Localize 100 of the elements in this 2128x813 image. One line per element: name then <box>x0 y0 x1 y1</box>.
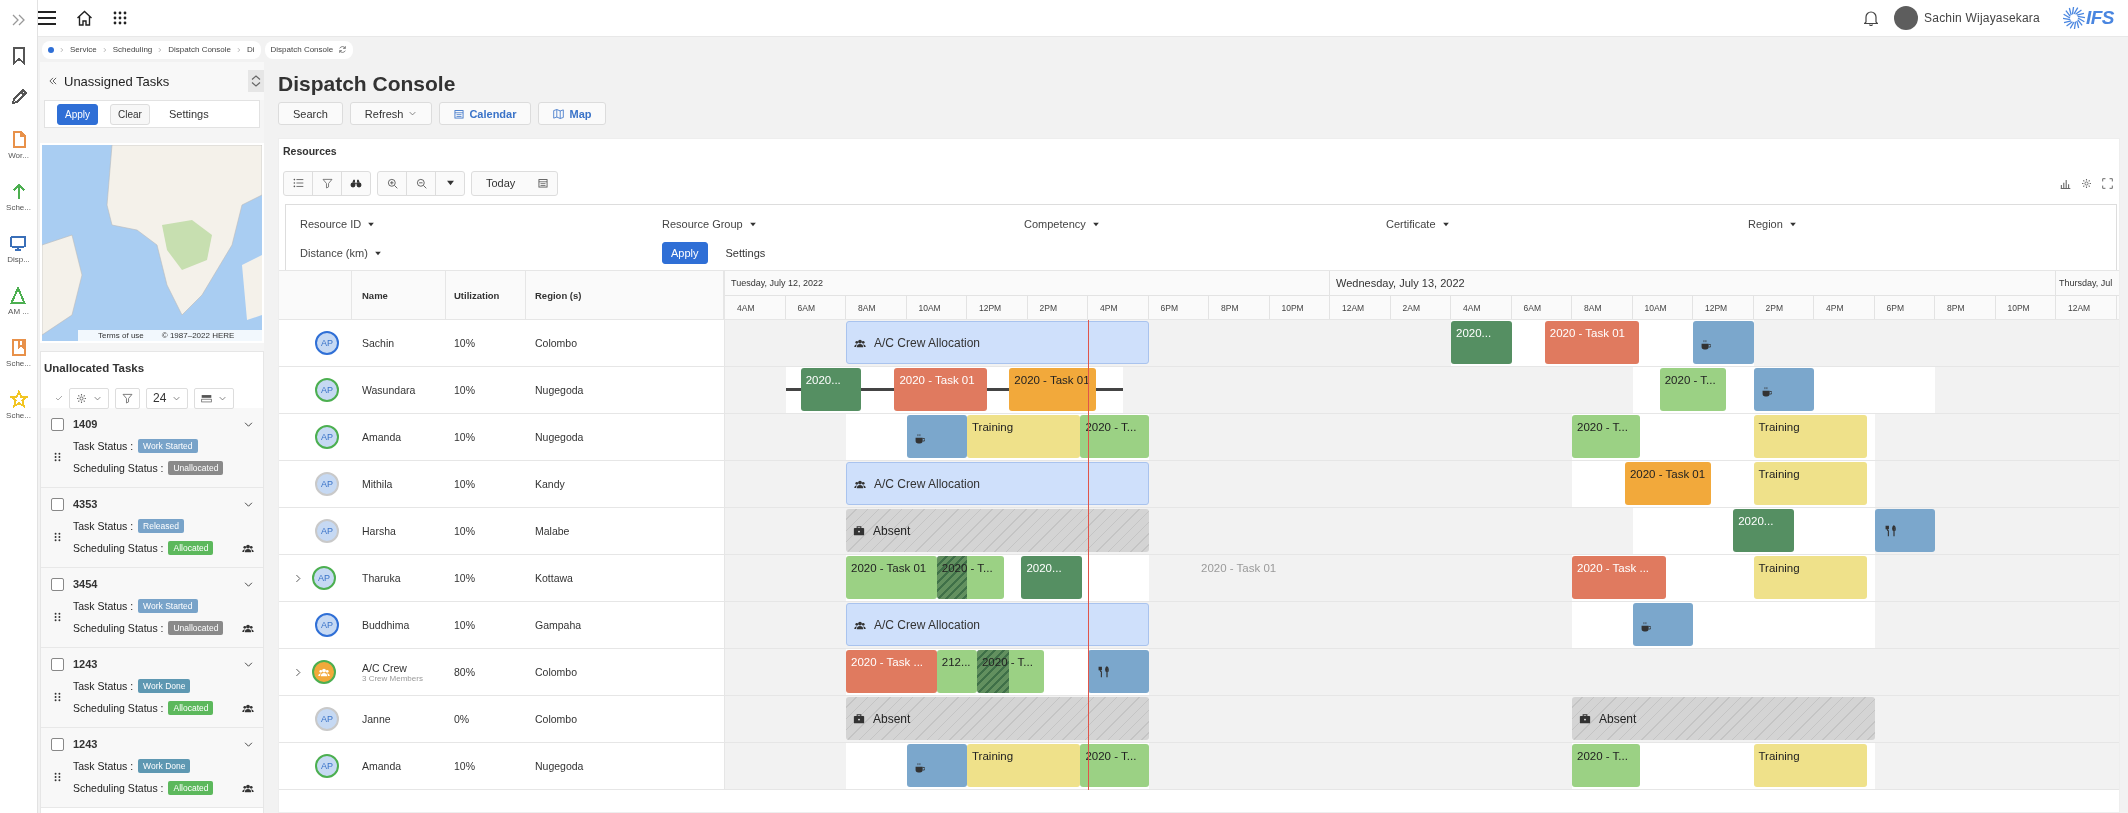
task-bar[interactable]: 2020 - T... <box>936 556 1005 599</box>
settings-button[interactable]: Settings <box>161 103 216 125</box>
task-card[interactable]: 1409 Task Status : Work Started Scheduling Status : Unallocated <box>41 408 263 488</box>
search-button[interactable]: Search <box>278 102 343 125</box>
breadcrumb-link[interactable]: Dispatch Console <box>168 45 231 54</box>
task-bar[interactable]: 2020... <box>1733 509 1794 552</box>
task-bar[interactable]: 2020... <box>1451 321 1512 364</box>
filter-dropdown[interactable]: Certificate <box>1386 218 1436 230</box>
filter-dropdown[interactable]: Resource ID <box>300 218 362 230</box>
column-header[interactable]: Region (s) <box>535 289 582 301</box>
layout-dropdown[interactable] <box>194 387 235 409</box>
list-icon[interactable] <box>292 178 304 188</box>
absence-bar[interactable]: Absent <box>846 697 1149 740</box>
filter-dropdown[interactable]: Distance (km) <box>300 247 368 259</box>
crew-allocation-bar[interactable]: A/C Crew Allocation <box>846 321 1149 364</box>
training-bar[interactable]: Training <box>1753 744 1867 787</box>
zoom-out-icon[interactable] <box>415 177 427 189</box>
drag-handle-icon[interactable] <box>52 450 62 464</box>
menu-icon[interactable] <box>38 11 56 25</box>
task-bar[interactable]: 2020 - T... <box>1659 368 1727 411</box>
apps-grid-icon[interactable] <box>113 11 127 25</box>
training-bar[interactable]: Training <box>1753 415 1867 458</box>
checkbox[interactable] <box>50 577 64 591</box>
collapse-panel-icon[interactable] <box>48 76 58 86</box>
task-bar[interactable]: 2020 - T... <box>1572 744 1641 787</box>
caret-down-icon[interactable] <box>445 180 455 186</box>
break-bar[interactable] <box>1753 368 1814 411</box>
checkbox[interactable] <box>50 497 64 511</box>
sidebar-label[interactable]: Wor... <box>8 151 29 160</box>
checkbox[interactable] <box>50 657 64 671</box>
sidebar-label[interactable]: Sche... <box>6 203 31 212</box>
task-bar[interactable]: 2020 - Task 01 <box>1624 462 1712 505</box>
task-bar[interactable]: 2020 - Task 01 <box>846 556 937 599</box>
home-dot-icon[interactable] <box>48 46 54 53</box>
notification-bell-icon[interactable] <box>1864 10 1879 26</box>
sidebar-label[interactable]: AM ... <box>8 307 29 316</box>
task-card[interactable]: 4353 Task Status : Released Scheduling Status : Allocated <box>41 488 263 568</box>
user-avatar[interactable] <box>1894 6 1919 30</box>
map-button[interactable]: Map <box>538 102 607 125</box>
filter-dropdown[interactable]: Region <box>1748 218 1783 230</box>
binoculars-icon[interactable] <box>350 178 362 188</box>
refresh-icon[interactable] <box>338 45 348 54</box>
resize-button[interactable] <box>248 70 264 92</box>
select-all-check-icon[interactable] <box>55 395 63 401</box>
sidebar-label[interactable]: Sche... <box>6 359 31 368</box>
break-bar[interactable] <box>906 744 967 787</box>
task-bar[interactable]: 2020... <box>1021 556 1082 599</box>
task-card[interactable]: 3454 Task Status : Work Started Scheduling Status : Unallocated <box>41 568 263 648</box>
breadcrumb-link[interactable]: Di <box>247 45 255 54</box>
task-card[interactable]: 1243 Task Status : Work Done Scheduling Status : Allocated <box>41 728 263 808</box>
break-bar[interactable] <box>906 415 967 458</box>
task-bar[interactable]: 2020... <box>800 368 862 411</box>
home-icon[interactable] <box>76 10 93 26</box>
drag-handle-icon[interactable] <box>52 530 62 544</box>
user-name[interactable]: Sachin Wijayasekara <box>1924 11 2040 25</box>
task-bar[interactable]: 212... <box>936 650 977 693</box>
absence-bar[interactable]: Absent <box>1572 697 1875 740</box>
triangle-icon[interactable] <box>9 286 28 305</box>
sidebar-label[interactable]: Disp... <box>7 255 30 264</box>
apply-button[interactable]: Apply <box>57 103 98 125</box>
drag-handle-icon[interactable] <box>52 690 62 704</box>
checkbox[interactable] <box>50 737 64 751</box>
refresh-button[interactable]: Refresh <box>349 102 433 125</box>
filter-dropdown[interactable]: Resource Group <box>662 218 743 230</box>
training-bar[interactable]: Training <box>1753 462 1867 505</box>
chevron-right-icon[interactable] <box>293 572 304 584</box>
crew-allocation-bar[interactable]: A/C Crew Allocation <box>846 603 1149 646</box>
page-size-dropdown[interactable]: 24 <box>146 387 189 409</box>
chevron-right-icon[interactable] <box>293 666 304 678</box>
clear-button[interactable]: Clear <box>110 103 150 125</box>
bar-chart-icon[interactable] <box>2060 177 2071 189</box>
checkbox[interactable] <box>50 417 64 431</box>
fullscreen-icon[interactable] <box>2102 177 2113 189</box>
star-icon[interactable] <box>9 390 28 409</box>
expand-sidebar-icon[interactable] <box>10 12 27 28</box>
calendar-icon[interactable] <box>538 178 549 188</box>
training-bar[interactable]: Training <box>967 415 1081 458</box>
breadcrumb-link[interactable]: Scheduling <box>112 45 153 54</box>
zoom-in-icon[interactable] <box>386 177 398 189</box>
training-bar[interactable]: Training <box>1753 556 1867 599</box>
column-header[interactable]: Name <box>362 289 445 301</box>
monitor-icon[interactable] <box>9 234 28 253</box>
filter-dropdown[interactable]: Competency <box>1024 218 1086 230</box>
sidebar-label[interactable]: Sche... <box>6 411 31 420</box>
filter-button[interactable] <box>115 387 140 409</box>
filter-icon[interactable] <box>321 177 333 189</box>
task-bar[interactable]: 2020 - Task 01 <box>1009 368 1096 411</box>
column-header[interactable]: Utilization <box>454 289 500 301</box>
training-bar[interactable]: Training <box>967 744 1081 787</box>
task-bar[interactable]: 2020 - T... <box>976 650 1045 693</box>
settings-button[interactable]: Settings <box>719 246 772 260</box>
meal-bar[interactable] <box>1874 509 1935 552</box>
crew-allocation-bar[interactable]: A/C Crew Allocation <box>846 462 1149 505</box>
absence-bar[interactable]: Absent <box>846 509 1149 552</box>
drag-handle-icon[interactable] <box>52 610 62 624</box>
break-bar[interactable] <box>1632 603 1693 646</box>
pencil-icon[interactable] <box>9 88 28 107</box>
calendar-button[interactable]: Calendar <box>439 102 532 125</box>
task-bar[interactable]: 2020 - T... <box>1572 415 1641 458</box>
drag-handle-icon[interactable] <box>52 770 62 784</box>
